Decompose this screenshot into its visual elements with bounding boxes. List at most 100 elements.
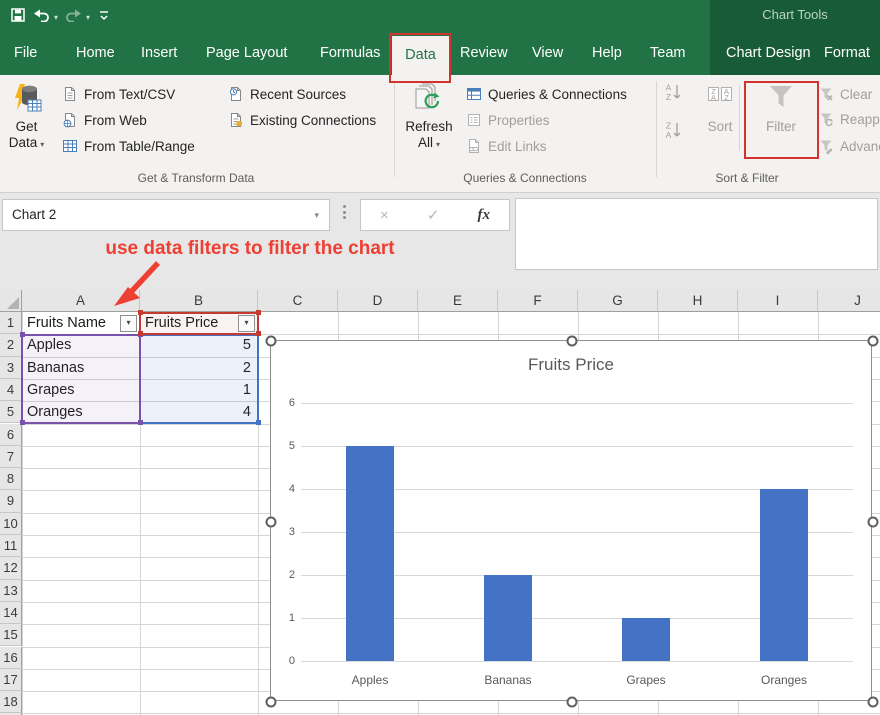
chart-categories-range-highlight[interactable]	[21, 334, 141, 424]
sort-descending-button[interactable]: ZA	[664, 119, 682, 141]
y-axis-tick-label: 6	[275, 397, 295, 409]
row-header-10[interactable]: 10	[0, 513, 22, 535]
range-resize-handle[interactable]	[20, 332, 25, 337]
from-table-range-button[interactable]: From Table/Range	[62, 135, 195, 157]
name-box-dropdown-icon[interactable]: ▾	[314, 200, 319, 230]
filter-dropdown-b1[interactable]: ▾	[238, 315, 255, 332]
ribbon-item-label: Existing Connections	[250, 113, 376, 128]
name-box[interactable]: Chart 2 ▾	[2, 199, 330, 231]
tab-data[interactable]: Data	[392, 36, 449, 75]
range-resize-handle[interactable]	[138, 310, 143, 315]
bar-bananas[interactable]	[484, 575, 532, 661]
chart-selection-handle[interactable]	[266, 516, 277, 527]
row-header-3[interactable]: 3	[0, 357, 22, 379]
filter-icon	[765, 83, 797, 113]
column-header-f[interactable]: F	[498, 290, 578, 312]
from-text-csv-button[interactable]: From Text/CSV	[62, 83, 175, 105]
range-resize-handle[interactable]	[20, 420, 25, 425]
queries-connections-button[interactable]: Queries & Connections	[466, 83, 627, 105]
range-resize-handle[interactable]	[256, 310, 261, 315]
insert-function-button[interactable]: fx	[477, 207, 490, 224]
advanced-button[interactable]: Advanced	[818, 135, 880, 157]
tab-page-layout[interactable]: Page Layout	[206, 32, 287, 75]
chart-object[interactable]: Fruits Price0123456ApplesBananasGrapesOr…	[270, 340, 872, 701]
ribbon-item-label: Properties	[488, 113, 550, 128]
big-button-label: Sort	[697, 119, 743, 135]
clear-button[interactable]: Clear	[818, 83, 872, 105]
row-header-15[interactable]: 15	[0, 624, 22, 646]
annotation-text: use data filters to filter the chart	[0, 238, 500, 260]
formula-input[interactable]	[515, 198, 878, 270]
bar-apples[interactable]	[346, 446, 394, 661]
column-header-c[interactable]: C	[258, 290, 338, 312]
chart-selection-handle[interactable]	[868, 697, 879, 708]
properties-icon	[466, 112, 482, 128]
get-data-button[interactable]: GetData▾	[3, 81, 50, 167]
tab-formulas[interactable]: Formulas	[320, 32, 380, 75]
row-header-17[interactable]: 17	[0, 669, 22, 691]
tab-chart-design[interactable]: Chart Design	[726, 32, 811, 75]
ribbon-item-label: Clear	[840, 87, 872, 102]
tab-insert[interactable]: Insert	[141, 32, 177, 75]
chart-selection-handle[interactable]	[868, 336, 879, 347]
recent-sources-button[interactable]: Recent Sources	[228, 83, 346, 105]
range-resize-handle[interactable]	[256, 331, 261, 336]
existing-connections-button[interactable]: Existing Connections	[228, 109, 376, 131]
column-header-h[interactable]: H	[658, 290, 738, 312]
range-resize-handle[interactable]	[138, 420, 143, 425]
chart-selection-handle[interactable]	[266, 697, 277, 708]
row-header-14[interactable]: 14	[0, 602, 22, 624]
tab-view[interactable]: View	[532, 32, 563, 75]
enter-button[interactable]: ✓	[427, 206, 440, 224]
properties-button[interactable]: Properties	[466, 109, 550, 131]
bar-oranges[interactable]	[760, 489, 808, 661]
reapply-button[interactable]: Reapply	[818, 108, 880, 130]
row-header-16[interactable]: 16	[0, 647, 22, 669]
column-header-e[interactable]: E	[418, 290, 498, 312]
row-header-9[interactable]: 9	[0, 490, 22, 512]
range-resize-handle[interactable]	[138, 331, 143, 336]
tab-team[interactable]: Team	[650, 32, 685, 75]
chart-title[interactable]: Fruits Price	[271, 355, 871, 375]
range-resize-handle[interactable]	[256, 420, 261, 425]
column-header-d[interactable]: D	[338, 290, 418, 312]
cancel-button[interactable]: ×	[380, 207, 389, 224]
undo-dropdown-icon[interactable]: ▾	[54, 13, 58, 22]
tab-format[interactable]: Format	[824, 32, 870, 75]
filter-dropdown-a1[interactable]: ▾	[120, 315, 137, 332]
row-header-7[interactable]: 7	[0, 446, 22, 468]
recent-sources-icon	[228, 86, 244, 102]
bar-grapes[interactable]	[622, 618, 670, 661]
chart-selection-handle[interactable]	[266, 336, 277, 347]
row-header-2[interactable]: 2	[0, 334, 22, 356]
chart-values-range-highlight[interactable]	[139, 334, 259, 424]
tab-home[interactable]: Home	[76, 32, 115, 75]
tab-review[interactable]: Review	[460, 32, 508, 75]
row-header-18[interactable]: 18	[0, 691, 22, 713]
sort-button[interactable]: ZAAZSort	[697, 81, 743, 167]
select-all-corner[interactable]	[0, 290, 22, 312]
row-header-4[interactable]: 4	[0, 379, 22, 401]
row-header-13[interactable]: 13	[0, 580, 22, 602]
column-header-i[interactable]: I	[738, 290, 818, 312]
row-header-1[interactable]: 1	[0, 312, 22, 334]
tab-file[interactable]: File	[14, 32, 37, 75]
refresh-all-button[interactable]: RefreshAll▾	[401, 81, 457, 167]
chart-selection-handle[interactable]	[868, 516, 879, 527]
queries-connections-icon	[466, 86, 482, 102]
refresh-all-icon	[413, 83, 445, 113]
edit-links-button[interactable]: Edit Links	[466, 135, 547, 157]
chart-selection-handle[interactable]	[567, 697, 578, 708]
column-header-g[interactable]: G	[578, 290, 658, 312]
filter-button[interactable]: Filter	[751, 81, 811, 167]
row-header-12[interactable]: 12	[0, 557, 22, 579]
redo-dropdown-icon[interactable]: ▾	[86, 13, 90, 22]
column-header-j[interactable]: J	[818, 290, 880, 312]
row-header-8[interactable]: 8	[0, 468, 22, 490]
chart-selection-handle[interactable]	[567, 336, 578, 347]
sort-ascending-button[interactable]: AZ	[664, 81, 682, 103]
row-header-11[interactable]: 11	[0, 535, 22, 557]
row-header-6[interactable]: 6	[0, 424, 22, 446]
tab-help[interactable]: Help	[592, 32, 622, 75]
from-web-button[interactable]: From Web	[62, 109, 147, 131]
